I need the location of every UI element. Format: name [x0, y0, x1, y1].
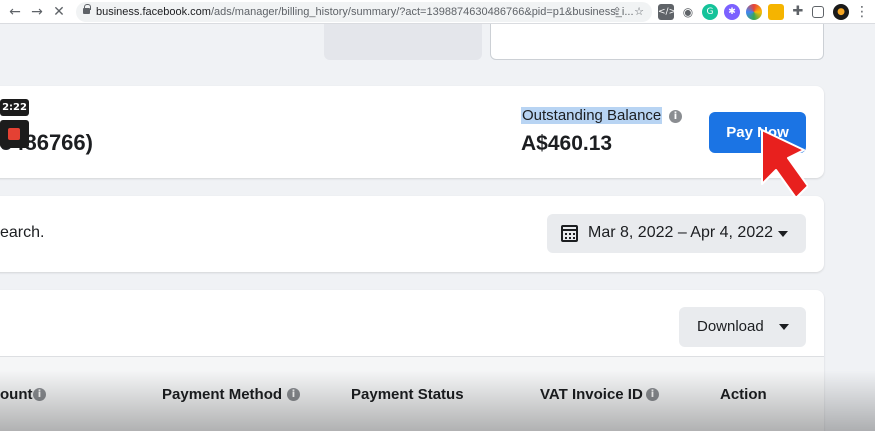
- download-button[interactable]: Download: [679, 307, 806, 347]
- browser-toolbar: ← → ✕ business.facebook.com/ads/manager/…: [0, 0, 875, 24]
- code-extension-icon[interactable]: </>: [658, 4, 676, 20]
- puzzle-icon[interactable]: ✚: [790, 4, 806, 20]
- forward-icon[interactable]: →: [28, 3, 46, 21]
- profile-avatar-icon[interactable]: ●: [833, 4, 849, 20]
- bookmark-star-icon[interactable]: ☆: [632, 5, 646, 19]
- lock-icon: [83, 4, 91, 15]
- grammarly-icon[interactable]: G: [702, 4, 718, 20]
- download-label: Download: [697, 318, 764, 335]
- column-header-amount[interactable]: ount: [0, 386, 32, 403]
- extension-badge-icon[interactable]: ✱: [724, 4, 740, 20]
- info-icon[interactable]: i: [669, 110, 682, 123]
- url-path: /ads/manager/billing_history/summary/?ac…: [210, 6, 634, 18]
- annotation-arrow-icon: [761, 129, 808, 199]
- share-icon[interactable]: ⇪: [610, 5, 624, 19]
- back-icon[interactable]: ←: [6, 3, 24, 21]
- top-action-button[interactable]: [324, 24, 482, 60]
- url-host: business.facebook.com: [96, 6, 211, 18]
- address-bar[interactable]: business.facebook.com/ads/manager/billin…: [76, 2, 652, 22]
- stop-recording-button[interactable]: [0, 120, 29, 148]
- column-header-payment-status[interactable]: Payment Status: [351, 386, 464, 403]
- info-icon[interactable]: i: [646, 388, 659, 401]
- chevron-down-icon: [779, 324, 789, 330]
- search-hint-text: earch.: [0, 224, 45, 241]
- column-header-vat-invoice-id[interactable]: VAT Invoice ID: [540, 386, 643, 403]
- info-icon[interactable]: i: [33, 388, 46, 401]
- stop-icon[interactable]: ✕: [50, 3, 68, 21]
- stop-recording-icon: [8, 128, 20, 140]
- notes-extension-icon[interactable]: [768, 4, 784, 20]
- chevron-down-icon: [778, 231, 788, 237]
- date-range-picker[interactable]: Mar 8, 2022 – Apr 4, 2022: [547, 214, 806, 253]
- column-header-payment-method[interactable]: Payment Method: [162, 386, 282, 403]
- camera-extension-icon[interactable]: ◉: [680, 4, 696, 20]
- top-account-selector[interactable]: [490, 24, 824, 60]
- column-header-action[interactable]: Action: [720, 386, 767, 403]
- calendar-icon: [561, 225, 578, 242]
- color-picker-icon[interactable]: [746, 4, 762, 20]
- date-range-text: Mar 8, 2022 – Apr 4, 2022: [588, 224, 774, 241]
- recording-timer: 2:22: [0, 99, 29, 116]
- url-text: business.facebook.com/ads/manager/billin…: [96, 6, 634, 18]
- balance-card: [0, 86, 824, 178]
- menu-kebab-icon[interactable]: ⋮: [853, 3, 871, 21]
- outstanding-balance-label: Outstanding Balance: [521, 107, 663, 124]
- info-icon[interactable]: i: [287, 388, 300, 401]
- outstanding-balance-amount: A$460.13: [521, 132, 613, 155]
- sidebar-icon[interactable]: [812, 6, 824, 18]
